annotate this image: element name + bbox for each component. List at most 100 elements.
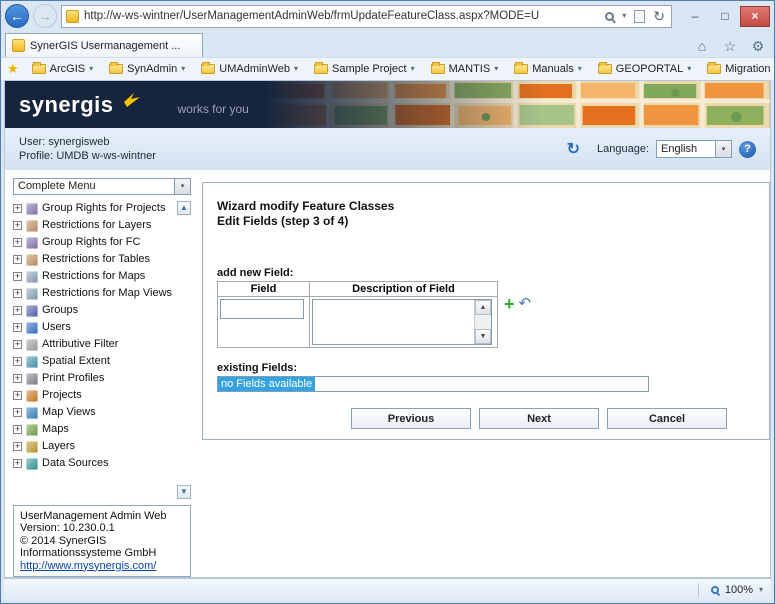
settings-gear-icon[interactable]: ⚙ — [746, 35, 770, 57]
favorite-item-sample-project[interactable]: Sample Project ▾ — [307, 61, 422, 77]
address-dropdown-icon[interactable]: ▾ — [622, 12, 626, 20]
favorite-item-synadmin[interactable]: SynAdmin ▾ — [102, 61, 192, 77]
sync-refresh-icon[interactable]: ↻ — [567, 139, 580, 159]
expand-plus-icon[interactable]: + — [13, 322, 22, 332]
search-icon[interactable] — [605, 11, 615, 21]
tab-bar: SynerGIS Usermanagement ... ⌂ ☆ ⚙ — [1, 31, 774, 57]
chevron-down-icon[interactable]: ▾ — [174, 179, 190, 194]
chevron-down-icon[interactable]: ▾ — [181, 65, 185, 73]
chevron-down-icon[interactable]: ▾ — [494, 65, 498, 73]
expand-plus-icon[interactable]: + — [13, 441, 22, 451]
sidebar-item-map-views[interactable]: + Map Views — [13, 405, 175, 422]
undo-icon[interactable]: ↶ — [519, 296, 532, 311]
zoom-level[interactable]: 100% — [725, 584, 753, 596]
next-button[interactable]: Next — [479, 408, 599, 429]
favorite-item-migration[interactable]: Migration ▾ — [700, 61, 774, 77]
cancel-button[interactable]: Cancel — [607, 408, 727, 429]
language-select[interactable]: English ▾ — [656, 140, 732, 158]
expand-plus-icon[interactable]: + — [13, 407, 22, 417]
textarea-scrollbar[interactable]: ▲ ▼ — [474, 300, 491, 344]
chevron-down-icon[interactable]: ▾ — [715, 141, 731, 157]
expand-plus-icon[interactable]: + — [13, 424, 22, 434]
expand-plus-icon[interactable]: + — [13, 339, 22, 349]
help-button[interactable]: ? — [739, 140, 756, 158]
chevron-down-icon[interactable]: ▾ — [578, 65, 582, 73]
compatibility-view-icon[interactable] — [634, 9, 646, 23]
existing-fields-listbox[interactable]: no Fields available — [217, 376, 649, 392]
menu-filter-select[interactable]: Complete Menu ▾ — [13, 178, 191, 195]
sidebar-item-print-profiles[interactable]: + Print Profiles — [13, 371, 175, 388]
navigation-tree: + Group Rights for Projects + Restrictio… — [13, 200, 191, 499]
refresh-icon[interactable]: ↻ — [653, 9, 665, 23]
sidebar-item-restrictions-map-views[interactable]: + Restrictions for Map Views — [13, 286, 175, 303]
expand-plus-icon[interactable]: + — [13, 305, 22, 315]
chevron-down-icon[interactable]: ▾ — [411, 65, 415, 73]
sidebar-item-attributive-filter[interactable]: + Attributive Filter — [13, 337, 175, 354]
expand-plus-icon[interactable]: + — [13, 271, 22, 281]
favorite-item-geoportal[interactable]: GEOPORTAL ▾ — [591, 61, 698, 77]
favorites-icon[interactable]: ☆ — [718, 35, 742, 57]
expand-plus-icon[interactable]: + — [13, 356, 22, 366]
minimize-button[interactable]: – — [680, 6, 710, 27]
scroll-up-icon[interactable]: ▲ — [475, 300, 491, 315]
url-text[interactable]: http://w-ws-wintner/UserManagementAdminW… — [84, 10, 600, 22]
field-name-input[interactable] — [220, 299, 304, 319]
sidebar-item-label: Restrictions for Tables — [42, 252, 151, 265]
favorites-star-icon[interactable]: ★ — [7, 61, 19, 77]
description-column-header: Description of Field — [309, 281, 498, 297]
sidebar-item-restrictions-tables[interactable]: + Restrictions for Tables — [13, 252, 175, 269]
back-button[interactable]: ← — [5, 4, 29, 28]
zoom-icon[interactable] — [710, 585, 719, 594]
sidebar-item-restrictions-layers[interactable]: + Restrictions for Layers — [13, 218, 175, 235]
forward-button[interactable]: → — [33, 4, 57, 28]
previous-button[interactable]: Previous — [351, 408, 471, 429]
sidebar-item-data-sources[interactable]: + Data Sources — [13, 456, 175, 473]
sidebar-item-group-rights-fc[interactable]: + Group Rights for FC — [13, 235, 175, 252]
sidebar-item-spatial-extent[interactable]: + Spatial Extent — [13, 354, 175, 371]
sidebar-item-group-rights-projects[interactable]: + Group Rights for Projects — [13, 201, 175, 218]
expand-plus-icon[interactable]: + — [13, 254, 22, 264]
favorite-item-mantis[interactable]: MANTIS ▾ — [424, 61, 506, 77]
scroll-up-icon[interactable]: ▲ — [177, 200, 191, 215]
folder-icon — [430, 62, 445, 74]
favorite-item-umadminweb[interactable]: UMAdminWeb ▾ — [194, 61, 305, 77]
expand-plus-icon[interactable]: + — [13, 288, 22, 298]
zoom-dropdown-icon[interactable]: ▾ — [759, 585, 763, 594]
home-icon[interactable]: ⌂ — [690, 35, 714, 57]
favorite-item-manuals[interactable]: Manuals ▾ — [507, 61, 589, 77]
sidebar-item-projects[interactable]: + Projects — [13, 388, 175, 405]
browser-tab[interactable]: SynerGIS Usermanagement ... — [5, 33, 203, 57]
sidebar-item-restrictions-maps[interactable]: + Restrictions for Maps — [13, 269, 175, 286]
scroll-down-icon[interactable]: ▼ — [475, 329, 491, 344]
maximize-button[interactable]: □ — [710, 6, 740, 27]
chevron-down-icon[interactable]: ▾ — [89, 65, 93, 73]
folder-icon — [109, 62, 124, 74]
synergis-link[interactable]: http://www.mysynergis.com/ — [20, 560, 156, 572]
site-favicon — [66, 9, 79, 23]
field-description-textarea[interactable] — [313, 300, 474, 344]
favorite-item-arcgis[interactable]: ArcGIS ▾ — [25, 61, 100, 77]
close-button[interactable]: × — [740, 5, 770, 27]
add-field-button[interactable]: + — [504, 295, 515, 313]
chevron-down-icon[interactable]: ▾ — [294, 65, 298, 73]
back-arrow-icon: ← — [10, 8, 24, 24]
chevron-down-icon[interactable]: ▾ — [687, 65, 691, 73]
sidebar-item-groups[interactable]: + Groups — [13, 303, 175, 320]
sidebar-item-layers[interactable]: + Layers — [13, 439, 175, 456]
groups-icon — [26, 304, 38, 317]
expand-plus-icon[interactable]: + — [13, 220, 22, 230]
wizard-button-row: Previous Next Cancel — [217, 408, 769, 429]
expand-plus-icon[interactable]: + — [13, 390, 22, 400]
scroll-down-icon[interactable]: ▼ — [177, 484, 191, 499]
sidebar-item-maps[interactable]: + Maps — [13, 422, 175, 439]
tab-favicon — [12, 39, 25, 52]
expand-plus-icon[interactable]: + — [13, 458, 22, 468]
expand-plus-icon[interactable]: + — [13, 373, 22, 383]
existing-fields-selected-item[interactable]: no Fields available — [218, 377, 316, 391]
browser-titlebar: ← → http://w-ws-wintner/UserManagementAd… — [1, 1, 774, 31]
expand-plus-icon[interactable]: + — [13, 203, 22, 213]
favorite-label: ArcGIS — [49, 63, 86, 75]
expand-plus-icon[interactable]: + — [13, 237, 22, 247]
sidebar-item-users[interactable]: + Users — [13, 320, 175, 337]
address-bar[interactable]: http://w-ws-wintner/UserManagementAdminW… — [61, 4, 672, 28]
